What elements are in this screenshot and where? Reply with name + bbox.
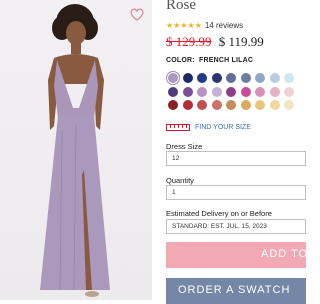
color-swatch[interactable]	[182, 100, 193, 110]
color-swatch[interactable]	[284, 86, 294, 97]
find-your-size-label: FIND YOUR SIZE	[195, 124, 251, 131]
color-swatch[interactable]	[197, 100, 207, 110]
star-rating-icon: ★★★★★	[166, 21, 202, 30]
sale-price: $ 119.99	[218, 34, 264, 49]
color-swatch[interactable]	[226, 100, 236, 110]
color-swatch[interactable]	[197, 73, 207, 83]
order-swatch-label: ORDER A SWATCH	[178, 284, 291, 296]
color-swatch[interactable]	[240, 73, 251, 83]
color-swatch[interactable]	[197, 86, 207, 97]
order-swatch-button[interactable]: ORDER A SWATCH	[166, 278, 306, 304]
color-swatch[interactable]	[284, 100, 294, 110]
color-swatch[interactable]	[211, 100, 222, 110]
find-your-size-link[interactable]: FIND YOUR SIZE	[166, 124, 251, 131]
reviews-link[interactable]: 14 reviews	[205, 21, 243, 30]
quantity-label: Quantity	[166, 176, 194, 185]
color-selection-label: COLOR: FRENCH LILAC	[166, 57, 253, 64]
color-swatch[interactable]	[255, 100, 265, 110]
color-swatch[interactable]	[182, 86, 193, 97]
product-photo	[0, 0, 152, 300]
color-swatch[interactable]	[255, 73, 265, 83]
model-in-dress-image	[40, 4, 110, 297]
product-title: Rose	[166, 0, 196, 13]
delivery-select[interactable]: STANDARD: EST. JUL. 15, 2023	[166, 219, 306, 234]
color-swatch[interactable]	[211, 73, 222, 83]
color-swatch[interactable]	[168, 73, 178, 83]
quantity-input[interactable]: 1	[166, 185, 306, 200]
color-swatch[interactable]	[168, 100, 178, 110]
color-swatch[interactable]	[240, 86, 251, 97]
add-to-bag-label: ADD TO	[261, 248, 309, 260]
color-label: COLOR:	[166, 57, 195, 64]
color-swatch[interactable]	[168, 86, 178, 97]
original-price: $ 129.99	[166, 34, 212, 49]
color-swatch[interactable]	[255, 86, 265, 97]
dress-size-label: Dress Size	[166, 142, 203, 151]
add-to-bag-button[interactable]: ADD TO	[166, 242, 309, 268]
color-swatch[interactable]	[211, 86, 222, 97]
ruler-icon	[166, 124, 190, 131]
color-swatch[interactable]	[284, 73, 294, 83]
price-row: $ 129.99 $ 119.99	[166, 34, 264, 50]
dress-size-select[interactable]: 12	[166, 151, 306, 166]
color-swatch[interactable]	[240, 100, 251, 110]
color-swatch[interactable]	[269, 100, 280, 110]
color-swatch[interactable]	[269, 86, 280, 97]
heart-icon[interactable]	[130, 8, 144, 22]
rating-row[interactable]: ★★★★★ 14 reviews	[166, 21, 243, 30]
color-swatch[interactable]	[269, 73, 280, 83]
color-swatch[interactable]	[226, 73, 236, 83]
selected-color-name: FRENCH LILAC	[198, 57, 254, 64]
delivery-label: Estimated Delivery on or Before	[166, 209, 272, 218]
color-swatch[interactable]	[226, 86, 236, 97]
color-swatch[interactable]	[182, 73, 193, 83]
product-details-panel: Rose ★★★★★ 14 reviews $ 129.99 $ 119.99 …	[166, 0, 307, 304]
